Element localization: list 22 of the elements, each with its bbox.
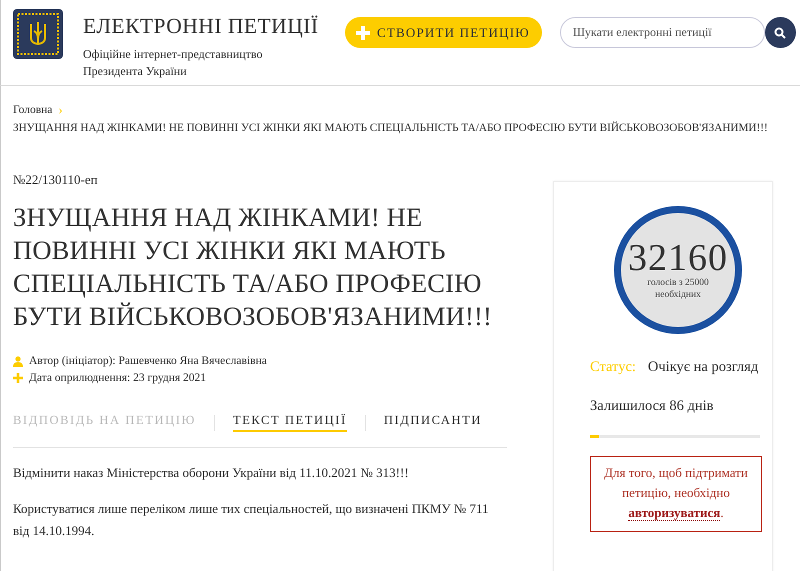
vote-count-caption: голосів з 25000 необхідних [646, 277, 710, 301]
petition-text: Користуватися лише переліком лише тих спеціальностей, що визначені ПКМУ № 711 від 14.10.1994. [13, 500, 490, 540]
create-petition-button[interactable]: СТВОРИТИ ПЕТИЦІЮ [345, 17, 542, 48]
days-left: Залишилося 86 днів [590, 398, 714, 415]
petition-text: Відмінити наказ Міністерства оборони України від 11.10.2021 № 313!!! [13, 464, 410, 482]
status-value: Очікує на розгляд [648, 359, 758, 376]
petition-author: Автор (ініціатор): Рашевченко Яна Вячеславівна [29, 355, 267, 367]
auth-notice: Для того, щоб підтримати петицію, необхідно авторизуватися. [590, 456, 762, 532]
login-link[interactable]: авторизуватися [628, 505, 720, 521]
tab[interactable]: ТЕКСТ ПЕТИЦІЇ [232, 413, 347, 432]
site-subtitle: Офіційне інтернет-представництво Президента України [83, 46, 264, 80]
tab[interactable]: ПІДПИСАНТИ [384, 413, 482, 432]
publication-date: Дата оприлюднення: 23 грудня 2021 [29, 372, 206, 384]
chevron-icon: › [58, 102, 63, 118]
status-label: Статус: [590, 359, 636, 376]
petition-number: №22/130110-еп [13, 172, 99, 188]
site-title[interactable]: ЕЛЕКТРОННІ ПЕТИЦІЇ [83, 12, 323, 40]
breadcrumb-current: ЗНУЩАННЯ НАД ЖІНКАМИ! НЕ ПОВИННІ УСІ ЖІНКИ ЯКІ МАЮТЬ СПЕЦІАЛЬНІСТЬ ТА/АБО ПРОФЕСІЮ БУТИ ВІЙСЬКОВОЗОБОВ'ЯЗАНИМИ!!! [13, 122, 769, 134]
search-field[interactable]: Шукати електронні петиції [560, 17, 765, 48]
breadcrumb-link[interactable]: Головна [13, 104, 52, 116]
petition-title: ЗНУЩАННЯ НАД ЖІНКАМИ! НЕ ПОВИННІ УСІ ЖІНКИ ЯКІ МАЮТЬ СПЕЦІАЛЬНІСТЬ ТА/АБО ПРОФЕСІЮ БУТИ ВІЙСЬКОВОЗОБОВ'ЯЗАНИМИ!!! [13, 201, 494, 333]
vote-count: 32160 [628, 239, 728, 277]
